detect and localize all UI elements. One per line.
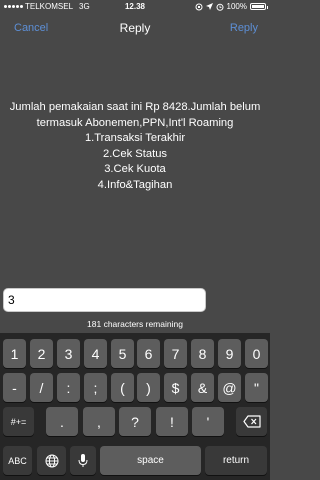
key-9[interactable]: 9 — [218, 339, 241, 368]
status-bar: TELKOMSEL 3G 12.38 100% — [0, 0, 270, 14]
key-5[interactable]: 5 — [111, 339, 134, 368]
navigation-bar: Cancel Reply Reply — [0, 14, 270, 42]
microphone-icon — [78, 454, 88, 467]
key-quote[interactable]: " — [245, 373, 268, 402]
key-6[interactable]: 6 — [137, 339, 160, 368]
battery-icon — [250, 3, 268, 10]
globe-icon — [45, 454, 58, 467]
key-2[interactable]: 2 — [30, 339, 53, 368]
key-open-paren[interactable]: ( — [111, 373, 134, 402]
key-close-paren[interactable]: ) — [137, 373, 160, 402]
key-0[interactable]: 0 — [245, 339, 268, 368]
key-question[interactable]: ? — [119, 407, 151, 436]
key-exclamation[interactable]: ! — [156, 407, 188, 436]
ussd-message: Jumlah pemakaian saat ini Rp 8428.Jumlah… — [0, 100, 270, 193]
battery-percent: 100% — [226, 2, 247, 11]
key-8[interactable]: 8 — [191, 339, 214, 368]
space-key[interactable]: space — [100, 446, 201, 475]
message-line: 2.Cek Status — [102, 147, 168, 160]
message-line: 4.Info&Tagihan — [97, 178, 173, 191]
message-line: termasuk Abonemen,PPN,Int'l Roaming — [36, 116, 234, 129]
globe-key[interactable] — [37, 446, 66, 475]
key-comma[interactable]: , — [83, 407, 115, 436]
key-hyphen[interactable]: - — [3, 373, 26, 402]
key-period[interactable]: . — [46, 407, 78, 436]
message-line: 1.Transaksi Terakhir — [84, 132, 186, 144]
reply-button[interactable]: Reply — [230, 22, 258, 34]
screen-rotation-lock-icon — [195, 3, 203, 10]
backspace-icon — [242, 415, 261, 428]
key-1[interactable]: 1 — [3, 339, 26, 368]
key-ampersand[interactable]: & — [191, 373, 214, 402]
message-line: Jumlah pemakaian saat ini Rp 8428.Jumlah… — [9, 101, 261, 113]
battery-level — [252, 5, 264, 8]
status-icons: 100% — [195, 2, 268, 11]
key-3[interactable]: 3 — [57, 339, 80, 368]
message-line: 3.Cek Kuota — [104, 163, 166, 175]
key-symbols-toggle[interactable]: #+= — [3, 407, 34, 436]
reply-input[interactable] — [3, 288, 206, 312]
key-apostrophe[interactable]: ' — [192, 407, 224, 436]
key-4[interactable]: 4 — [84, 339, 107, 368]
key-at[interactable]: @ — [218, 373, 241, 402]
keyboard: 1 2 3 4 5 6 7 8 9 0 - / : ; ( ) $ & @ " … — [0, 333, 270, 480]
key-dollar[interactable]: $ — [164, 373, 187, 402]
key-abc[interactable]: ABC — [3, 446, 32, 475]
return-key[interactable]: return — [205, 446, 267, 475]
alarm-icon — [216, 3, 224, 11]
delete-key[interactable] — [236, 407, 267, 436]
key-semicolon[interactable]: ; — [84, 373, 107, 402]
key-slash[interactable]: / — [30, 373, 53, 402]
dictation-key[interactable] — [70, 446, 96, 475]
key-7[interactable]: 7 — [164, 339, 187, 368]
location-arrow-icon — [205, 3, 213, 10]
characters-remaining: 181 characters remaining — [87, 319, 183, 329]
key-colon[interactable]: : — [57, 373, 80, 402]
